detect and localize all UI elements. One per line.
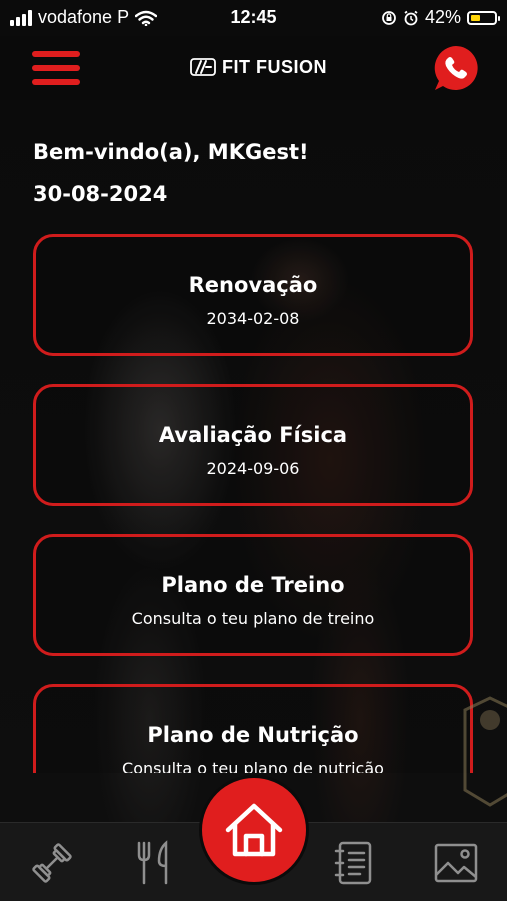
fork-knife-icon <box>137 840 168 885</box>
team-watermark-icon <box>463 696 507 807</box>
card-subtitle: Consulta o teu plano de nutrição <box>122 759 384 773</box>
battery-percent: 42% <box>424 7 461 27</box>
card-title: Plano de Treino <box>161 573 345 597</box>
card-title: Avaliação Física <box>158 423 348 447</box>
battery-icon <box>467 10 500 25</box>
renewal-card[interactable]: Renovação 2034-02-08 <box>33 234 473 356</box>
training-plan-card[interactable]: Plano de Treino Consulta o teu plano de … <box>33 534 473 656</box>
nav-nutrition[interactable] <box>130 839 178 887</box>
gallery-icon <box>434 843 478 883</box>
card-title: Plano de Nutrição <box>147 723 359 747</box>
phone-button[interactable] <box>431 43 481 93</box>
nav-gallery[interactable] <box>432 839 480 887</box>
welcome-greeting: Bem-vindo(a), MKGest! <box>33 140 309 164</box>
card-subtitle: 2024-09-06 <box>206 459 300 478</box>
physical-assessment-card[interactable]: Avaliação Física 2024-09-06 <box>33 384 473 506</box>
logo-icon <box>190 58 216 76</box>
app-logo: FIT FUSION <box>190 56 327 78</box>
home-icon <box>225 803 283 857</box>
status-bar: vodafone P 12:45 42% <box>0 0 507 36</box>
rotation-lock-icon <box>382 10 396 25</box>
card-title: Renovação <box>188 273 318 297</box>
dumbbell-icon <box>32 843 72 883</box>
hamburger-icon[interactable] <box>32 51 80 85</box>
current-date: 30-08-2024 <box>33 182 168 206</box>
nav-workouts[interactable] <box>28 839 76 887</box>
card-subtitle: 2034-02-08 <box>206 309 300 328</box>
alarm-icon <box>404 10 418 25</box>
scroll-clip: Plano de Nutrição Consulta o teu plano d… <box>0 680 507 773</box>
app-header: FIT FUSION <box>0 36 507 100</box>
logo-text: FIT FUSION <box>222 56 327 77</box>
nav-plans[interactable] <box>330 839 378 887</box>
phone-icon <box>434 46 478 90</box>
card-subtitle: Consulta o teu plano de treino <box>131 609 375 628</box>
nutrition-plan-card[interactable]: Plano de Nutrição Consulta o teu plano d… <box>33 684 473 773</box>
home-button[interactable] <box>202 778 306 882</box>
notebook-icon <box>334 841 372 885</box>
